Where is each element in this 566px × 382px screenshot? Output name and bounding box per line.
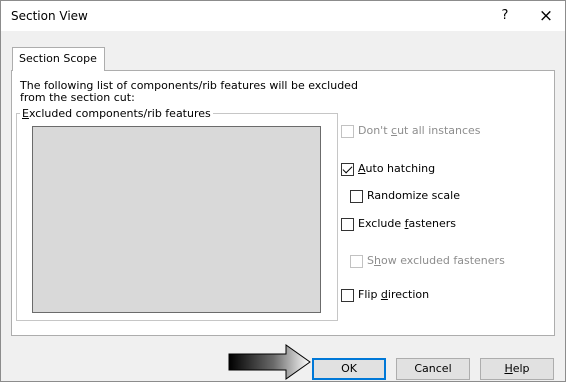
arrow-right-gradient-icon — [228, 344, 311, 380]
checkbox-label: Show excluded fasteners — [367, 254, 505, 267]
checkbox-box-checked[interactable] — [341, 163, 354, 176]
checkbox-box[interactable] — [341, 218, 354, 231]
checkbox-label: Exclude fasteners — [358, 217, 457, 230]
checkbox-box[interactable] — [350, 190, 363, 203]
title-bar[interactable]: Section View ? × — [1, 1, 565, 31]
checkbox-label: Flip direction — [358, 288, 430, 301]
excluded-components-listbox[interactable] — [32, 126, 321, 313]
checkbox-box — [350, 255, 363, 268]
ok-button[interactable]: OK — [312, 358, 386, 380]
description-line-2: from the section cut: — [20, 91, 135, 104]
excluded-group-label: Excluded components/rib features — [20, 107, 213, 120]
checkbox-label: Auto hatching — [358, 162, 436, 175]
checkbox-box[interactable] — [341, 289, 354, 302]
help-question-icon[interactable]: ? — [495, 5, 515, 27]
close-icon[interactable]: × — [533, 5, 559, 27]
description-text: The following list of components/rib fea… — [20, 80, 400, 104]
cancel-button[interactable]: Cancel — [396, 358, 470, 380]
checkbox-label: Don't cut all instances — [358, 124, 481, 137]
tab-section-scope[interactable]: Section Scope — [12, 47, 105, 71]
window-title: Section View — [11, 9, 88, 23]
checkbox-label: Randomize scale — [367, 189, 460, 202]
checkbox-box — [341, 125, 354, 138]
help-button[interactable]: Help — [480, 358, 554, 380]
